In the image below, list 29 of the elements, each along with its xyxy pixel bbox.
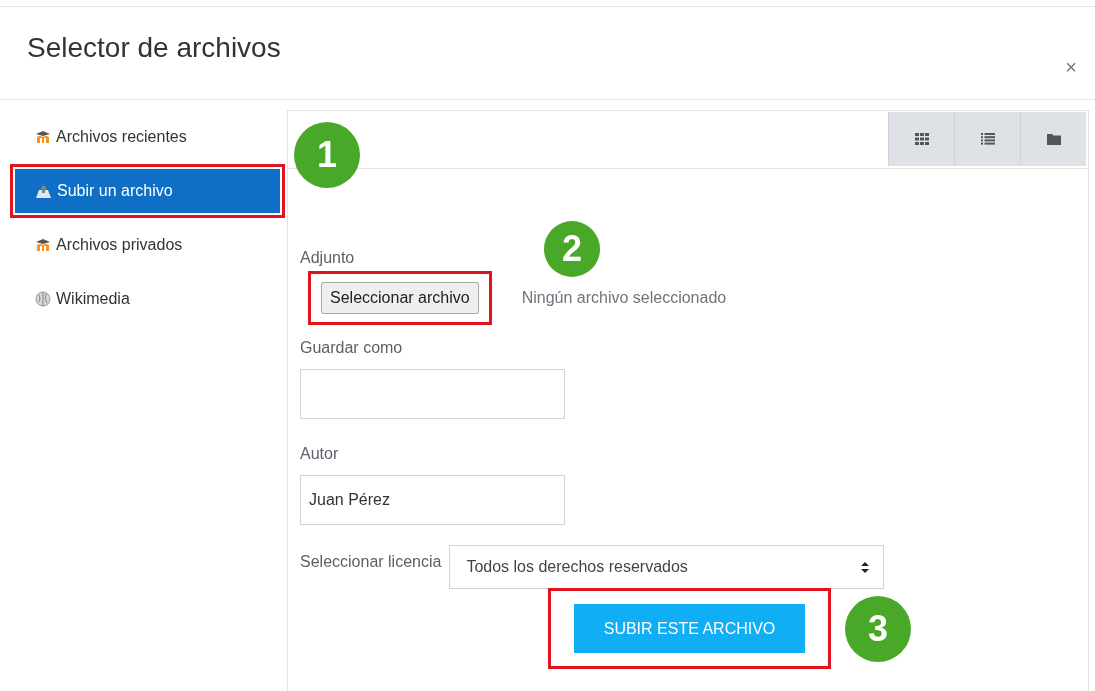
upload-icon [35,183,52,199]
file-status: Ningún archivo seleccionado [521,289,727,307]
grid-view-button[interactable] [888,112,954,166]
cap-icon [35,130,51,144]
grid-icon [914,133,929,145]
field-label: Autor [300,445,339,463]
sidebar-item[interactable]: Wikimedia [15,277,280,321]
choose-file-button[interactable]: Seleccionar archivo [321,282,479,314]
step-badge: 3 [845,595,911,662]
sidebar-item[interactable]: Archivos recientes [15,115,280,159]
cap-icon [35,238,51,252]
license-select[interactable]: Todos los derechos reservados [449,545,885,589]
list-view-button[interactable] [954,112,1020,166]
sidebar-item[interactable]: Subir un archivo [15,169,280,213]
input-field[interactable]: Juan Pérez [300,475,565,525]
window-title: Selector de archivos [27,32,281,64]
field-label: Adjunto [300,249,355,267]
sort-caret-icon [861,561,870,573]
close-button[interactable]: × [1061,55,1081,79]
folder-icon [1046,133,1061,145]
globe-icon [35,291,51,307]
sidebar-item[interactable]: Archivos privados [15,223,280,267]
list-icon [980,133,995,145]
field-label: Seleccionar licencia [300,553,442,571]
step-badge: 2 [544,221,600,277]
input-field[interactable] [300,369,565,419]
folder-view-button[interactable] [1020,112,1086,166]
step-badge: 1 [294,122,360,188]
field-label: Guardar como [300,339,403,357]
